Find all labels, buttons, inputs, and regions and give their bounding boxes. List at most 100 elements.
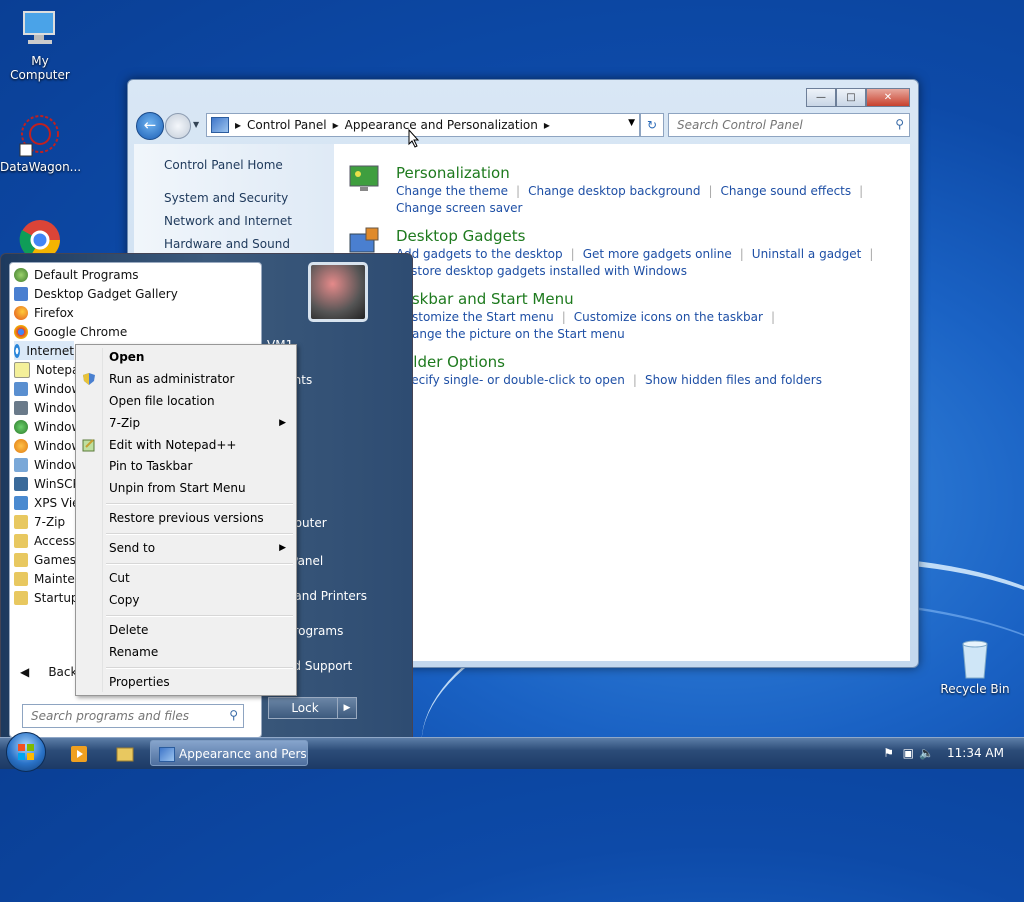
- breadcrumb-separator[interactable]: ▸: [544, 118, 550, 132]
- menu-separator: [106, 563, 293, 565]
- program-windows-2[interactable]: Window: [14, 398, 81, 417]
- program-folder-maintenance[interactable]: Mainter: [14, 569, 80, 588]
- menu-item-7zip[interactable]: 7-Zip ▶: [109, 413, 294, 433]
- program-windows-3[interactable]: Window: [14, 417, 81, 436]
- menu-item-open-file-location[interactable]: Open file location: [109, 391, 294, 411]
- category-title[interactable]: Personalization: [396, 164, 896, 182]
- lock-button[interactable]: Lock: [268, 697, 342, 719]
- link-separator: |: [739, 247, 744, 261]
- network-icon[interactable]: ▣: [903, 746, 914, 760]
- program-folder-games[interactable]: Games: [14, 550, 76, 569]
- program-chrome[interactable]: Google Chrome: [14, 322, 127, 341]
- link-customize-start-menu[interactable]: Customize the Start menu: [396, 310, 554, 324]
- category-title[interactable]: Taskbar and Start Menu: [396, 290, 896, 308]
- content-pane: Personalization Change the theme | Change …: [334, 144, 910, 661]
- category-title[interactable]: Folder Options: [396, 353, 896, 371]
- link-get-more-gadgets[interactable]: Get more gadgets online: [583, 247, 732, 261]
- taskbar-explorer[interactable]: [108, 742, 142, 766]
- address-bar[interactable]: ▸ Control Panel ▸ Appearance and Persona…: [206, 113, 640, 137]
- windows-app-icon: [14, 457, 28, 472]
- left-link-network-internet[interactable]: Network and Internet: [164, 214, 292, 228]
- minimize-button[interactable]: —: [806, 88, 836, 107]
- taskbar-window-button[interactable]: Appearance and Pers...: [150, 740, 308, 766]
- windows-app-icon: [14, 400, 28, 415]
- menu-item-pin-taskbar[interactable]: Pin to Taskbar: [109, 456, 294, 476]
- link-change-background[interactable]: Change desktop background: [528, 184, 700, 198]
- start-search-input[interactable]: [29, 708, 223, 724]
- start-button[interactable]: [6, 732, 46, 772]
- maximize-button[interactable]: □: [836, 88, 866, 107]
- default-programs-icon: [14, 267, 28, 282]
- menu-item-open[interactable]: Open: [109, 347, 294, 367]
- link-change-start-picture[interactable]: Change the picture on the Start menu: [396, 327, 625, 341]
- program-folder-7zip[interactable]: 7-Zip: [14, 512, 65, 531]
- program-label: Mainter: [34, 571, 80, 586]
- menu-item-cut[interactable]: Cut: [109, 568, 294, 588]
- desktop-icon-datawagon[interactable]: DataWagon...: [0, 114, 81, 174]
- link-change-screen-saver[interactable]: Change screen saver: [396, 201, 523, 215]
- program-gadget-gallery[interactable]: Desktop Gadget Gallery: [14, 284, 178, 303]
- link-add-gadgets[interactable]: Add gadgets to the desktop: [396, 247, 563, 261]
- menu-item-restore-versions[interactable]: Restore previous versions: [109, 508, 294, 528]
- shutdown-options-arrow[interactable]: ▶: [337, 697, 357, 719]
- link-single-double-click[interactable]: Specify single- or double-click to open: [396, 373, 625, 387]
- search-input[interactable]: [675, 117, 889, 133]
- forward-button[interactable]: [165, 113, 191, 139]
- breadcrumb-control-panel[interactable]: Control Panel: [247, 118, 327, 132]
- menu-item-rename[interactable]: Rename: [109, 642, 294, 662]
- close-button[interactable]: ✕: [866, 88, 910, 107]
- program-label: Startup: [34, 590, 79, 605]
- clock[interactable]: 11:34 AM: [947, 746, 1004, 760]
- menu-gutter: [102, 348, 103, 692]
- program-default-programs[interactable]: Default Programs: [14, 265, 139, 284]
- program-folder-startup[interactable]: Startup: [14, 588, 79, 607]
- folder-icon: [116, 747, 134, 762]
- link-restore-gadgets[interactable]: Restore desktop gadgets installed with W…: [396, 264, 687, 278]
- user-picture[interactable]: [308, 262, 368, 322]
- taskbar-window-label: Appearance and Pers...: [179, 747, 308, 761]
- program-winscp[interactable]: WinSCP: [14, 474, 80, 493]
- action-center-icon[interactable]: ⚑: [883, 746, 894, 760]
- link-customize-taskbar-icons[interactable]: Customize icons on the taskbar: [574, 310, 763, 324]
- menu-item-copy[interactable]: Copy: [109, 590, 294, 610]
- link-change-theme[interactable]: Change the theme: [396, 184, 508, 198]
- program-label: Games: [34, 552, 76, 567]
- program-windows-4[interactable]: Window: [14, 436, 81, 455]
- search-icon[interactable]: ⚲: [895, 117, 904, 131]
- back-button[interactable]: ◀ Back: [20, 665, 77, 679]
- category-title[interactable]: Desktop Gadgets: [396, 227, 896, 245]
- breadcrumb-separator[interactable]: ▸: [333, 118, 339, 132]
- program-firefox[interactable]: Firefox: [14, 303, 74, 322]
- link-show-hidden-files[interactable]: Show hidden files and folders: [645, 373, 822, 387]
- address-dropdown-icon[interactable]: ▼: [628, 118, 635, 128]
- left-link-control-panel-home[interactable]: Control Panel Home: [164, 158, 283, 172]
- breadcrumb-separator[interactable]: ▸: [235, 118, 241, 132]
- menu-item-run-as-admin[interactable]: Run as administrator: [109, 369, 294, 389]
- menu-item-properties[interactable]: Properties: [109, 672, 294, 692]
- breadcrumb-appearance[interactable]: Appearance and Personalization: [345, 118, 538, 132]
- link-uninstall-gadget[interactable]: Uninstall a gadget: [752, 247, 862, 261]
- left-link-hardware-sound[interactable]: Hardware and Sound: [164, 237, 290, 251]
- control-panel-icon: [211, 117, 229, 133]
- recent-pages-dropdown[interactable]: ▼: [193, 120, 199, 129]
- back-button[interactable]: ←: [136, 112, 164, 140]
- desktop-icon-my-computer[interactable]: My Computer: [0, 8, 80, 82]
- desktop-icon-recycle-bin[interactable]: Recycle Bin: [935, 636, 1015, 696]
- program-windows-1[interactable]: Window: [14, 379, 81, 398]
- left-link-system-security[interactable]: System and Security: [164, 191, 288, 205]
- personalization-icon: [348, 162, 382, 194]
- search-box[interactable]: ⚲: [668, 113, 910, 137]
- program-internet-explorer[interactable]: Internet: [14, 341, 74, 360]
- search-icon[interactable]: ⚲: [229, 708, 238, 722]
- menu-item-unpin-start[interactable]: Unpin from Start Menu: [109, 478, 294, 498]
- menu-item-edit-notepadpp[interactable]: Edit with Notepad++: [109, 435, 294, 455]
- taskbar-media-player[interactable]: [62, 742, 96, 766]
- menu-item-send-to[interactable]: Send to ▶: [109, 538, 294, 558]
- start-search-box[interactable]: ⚲: [22, 704, 244, 728]
- menu-item-delete[interactable]: Delete: [109, 620, 294, 640]
- refresh-button[interactable]: ↻: [640, 113, 664, 137]
- program-folder-accessories[interactable]: Access: [14, 531, 75, 550]
- volume-icon[interactable]: 🔈: [919, 746, 934, 760]
- link-change-sound-effects[interactable]: Change sound effects: [721, 184, 852, 198]
- program-windows-5[interactable]: Window: [14, 455, 81, 474]
